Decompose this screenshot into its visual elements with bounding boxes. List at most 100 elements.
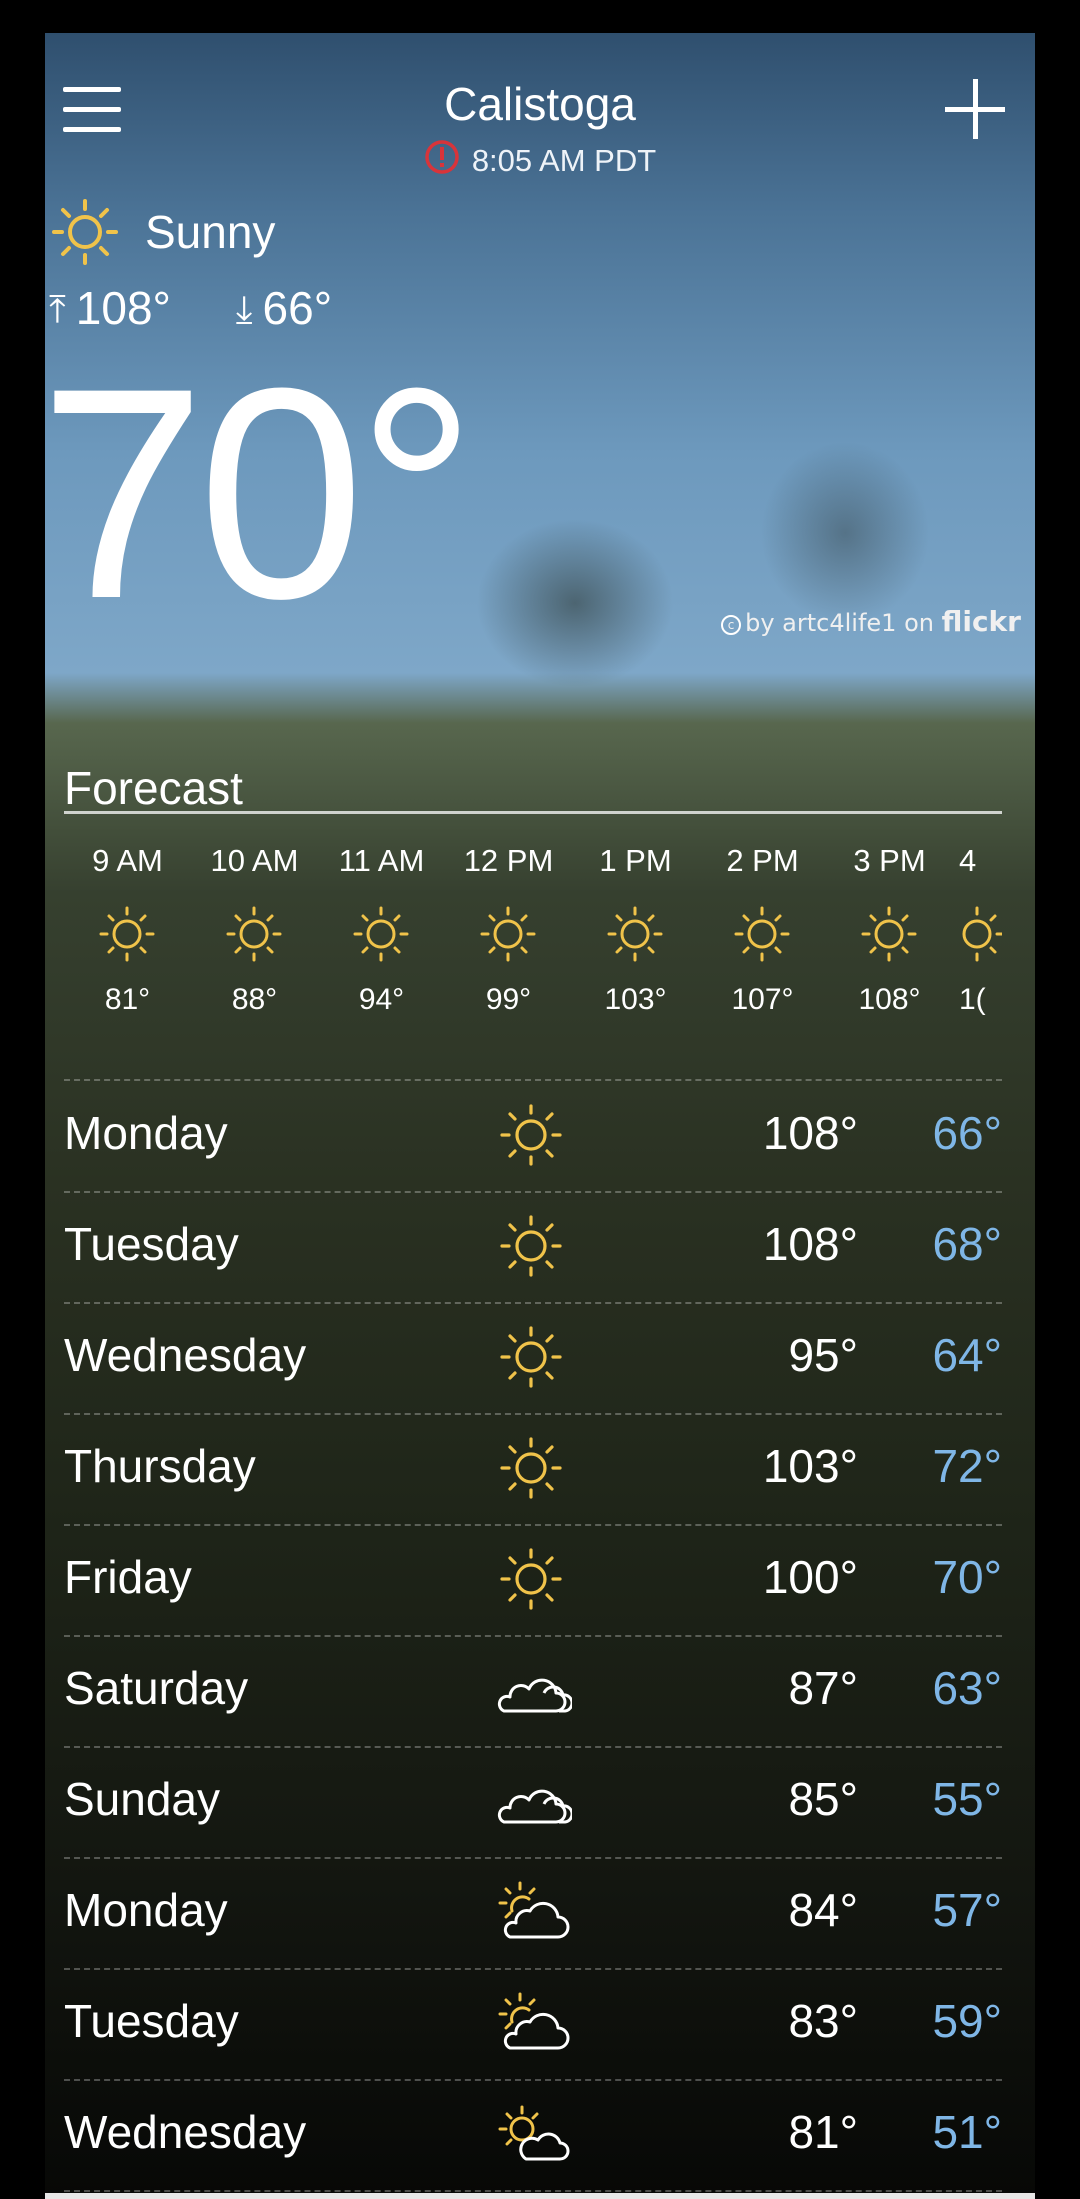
day-high: 103° [762,1440,858,1492]
day-name: Tuesday [64,1218,239,1270]
day-high: 84° [788,1884,858,1936]
day-high: 87° [788,1662,858,1714]
local-time: 8:05 AM PDT [45,139,1035,179]
sun-icon [318,903,445,965]
day-name: Tuesday [64,1995,239,2047]
daily-row[interactable]: Monday 84° 57° [64,1857,1002,1968]
hour-item: 10 AM 88° [191,841,318,1017]
partly-cloudy-icon [496,1988,572,2058]
hour-time: 3 PM [853,843,926,878]
sun-icon [191,903,318,965]
hour-time: 1 PM [599,843,672,878]
sun-icon [826,903,953,965]
sun-icon [496,1322,566,1392]
hour-temp: 108° [858,983,921,1016]
add-location-button[interactable] [945,79,1005,139]
day-name: Friday [64,1551,192,1603]
daily-row[interactable]: Tuesday 108° 68° [64,1191,1002,1302]
daily-row[interactable]: Saturday 87° 63° [64,1635,1002,1746]
sun-icon [496,1544,566,1614]
day-high: 108° [762,1218,858,1270]
sun-icon [47,197,127,267]
hour-item: 2 PM 107° [699,841,826,1017]
city-name[interactable]: Calistoga [45,77,1035,131]
partly-cloudy-icon [496,1877,572,1947]
credit-text: by artc4life1 on [745,609,934,637]
day-name: Monday [64,1107,228,1159]
hour-item: 1 PM 103° [572,841,699,1017]
day-name: Sunday [64,1773,221,1825]
forecast-divider [64,811,1002,814]
day-name: Thursday [64,1440,256,1492]
hour-time: 10 AM [210,843,299,878]
partly-cloudy-icon [496,2099,572,2169]
day-low: 55° [932,1773,1002,1825]
day-name: Wednesday [64,2106,307,2158]
copyright-icon: c [721,615,742,635]
hour-temp: 1( [959,983,986,1016]
day-low: 59° [932,1995,1002,2047]
day-high: 81° [788,2106,858,2158]
day-low: 57° [932,1884,1002,1936]
daily-row[interactable]: Thursday 103° 72° [64,1413,1002,1524]
sun-icon [445,903,572,965]
day-low: 72° [932,1440,1002,1492]
day-high: 108° [762,1107,858,1159]
sun-icon [496,1433,566,1503]
photo-credit[interactable]: c by artc4life1 on flickr [721,605,1021,638]
hour-temp: 103° [604,983,667,1016]
hour-item: 9 AM 81° [64,841,191,1017]
cloudy-icon [496,1655,572,1725]
sun-icon [699,903,826,965]
hour-item: 4 1( [953,841,1002,1017]
daily-row[interactable]: Sunday 85° 55° [64,1746,1002,1857]
daily-row[interactable]: Wednesday 81° 51° [64,2079,1002,2190]
hour-temp: 99° [485,983,532,1016]
day-low: 70° [932,1551,1002,1603]
cloudy-icon [496,1766,572,1836]
hour-item: 3 PM 108° [826,841,953,1017]
hour-time: 12 PM [463,843,554,878]
day-low: 64° [932,1329,1002,1381]
hour-time: 2 PM [726,843,799,878]
day-name: Monday [64,1884,228,1936]
hour-time: 4 [959,843,977,878]
sun-icon [64,903,191,965]
time-text: 8:05 AM PDT [471,143,657,178]
sun-icon [953,903,1002,965]
day-high: 85° [788,1773,858,1825]
sun-icon [572,903,699,965]
hour-item: 12 PM 99° [445,841,572,1017]
day-low: 66° [932,1107,1002,1159]
forecast-title: Forecast [64,762,243,814]
day-low: 63° [932,1662,1002,1714]
hour-temp: 94° [358,983,405,1016]
hour-time: 11 AM [338,843,425,878]
alert-icon[interactable] [424,139,460,175]
bottom-edge [45,2193,1035,2199]
hour-time: 9 AM [92,843,163,878]
sun-icon [496,1100,566,1170]
day-high: 100° [762,1551,858,1603]
day-low: 51° [932,2106,1002,2158]
hour-temp: 107° [731,983,794,1016]
sun-icon [496,1211,566,1281]
current-temperature: 70° [45,325,477,661]
flickr-logo: flickr [941,605,1021,638]
daily-row[interactable]: Wednesday 95° 64° [64,1302,1002,1413]
hour-item: 11 AM 94° [318,841,445,1017]
daily-row[interactable]: Monday 108° 66° [64,1080,1002,1191]
daily-row[interactable]: Tuesday 83° 59° [64,1968,1002,2079]
hour-temp: 88° [231,983,278,1016]
day-high: 95° [788,1329,858,1381]
weather-screen: Calistoga 8:05 AM PDT Sunny ⤒ 108° ⤓ 66°… [45,33,1035,2199]
daily-row[interactable]: Friday 100° 70° [64,1524,1002,1635]
day-high: 83° [788,1995,858,2047]
row-divider [64,2190,1002,2192]
top-bar: Calistoga 8:05 AM PDT [45,33,1035,183]
condition-text: Sunny [145,206,276,258]
hourly-forecast[interactable]: 9 AM 81° 10 AM 88° 11 AM 94° 12 PM 99° 1… [64,841,1002,1051]
day-name: Wednesday [64,1329,307,1381]
day-low: 68° [932,1218,1002,1270]
day-name: Saturday [64,1662,249,1714]
